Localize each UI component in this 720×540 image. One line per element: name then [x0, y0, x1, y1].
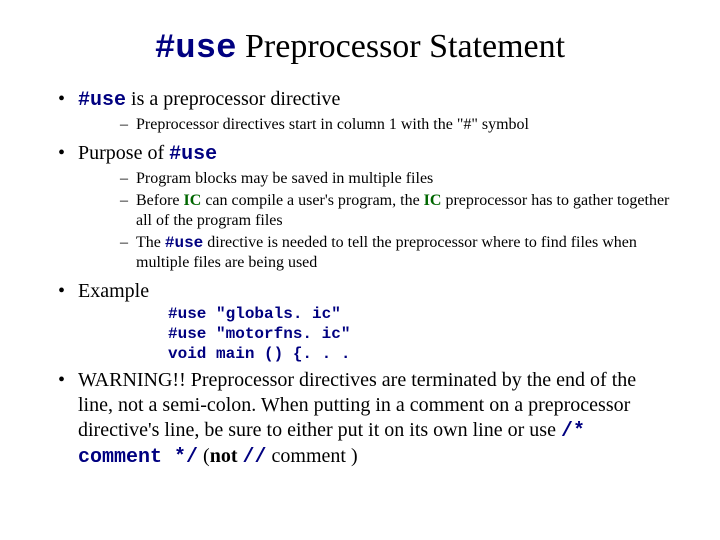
b4-c: comment ) — [267, 445, 358, 467]
b2-sub2-a: Before — [136, 192, 184, 209]
b3-label: Example — [78, 280, 149, 302]
b4-code2: // — [243, 446, 267, 469]
b1-code: #use — [78, 89, 126, 112]
b2-sub1: Program blocks may be saved in multiple … — [78, 169, 670, 189]
b4-b: ( — [198, 445, 210, 467]
title-rest: Preprocessor Statement — [237, 28, 566, 65]
slide-title: #use Preprocessor Statement — [50, 26, 670, 71]
b2-sub3-a: The — [136, 234, 165, 251]
b2-sub2: Before IC can compile a user's program, … — [78, 191, 670, 231]
b2-sub3-b: directive is needed to tell the preproce… — [136, 234, 637, 271]
b2-sub2-c: can compile a user's program, the — [201, 192, 423, 209]
bullet-1: #use is a preprocessor directive Preproc… — [50, 87, 670, 135]
b1-sub1-c: symbol — [478, 116, 529, 133]
bullet-2: Purpose of #use Program blocks may be sa… — [50, 141, 670, 273]
b4-not: not — [210, 445, 238, 467]
b1-sublist: Preprocessor directives start in column … — [78, 115, 670, 135]
b1-sub1: Preprocessor directives start in column … — [78, 115, 670, 135]
main-list: #use is a preprocessor directive Preproc… — [50, 87, 670, 470]
code-line-2: #use "motorfns. ic" — [168, 324, 670, 344]
b2-sub3-code: #use — [165, 234, 203, 252]
b4-a: WARNING!! Preprocessor directives are te… — [78, 369, 636, 441]
b2-code: #use — [169, 143, 217, 166]
bullet-3: Example #use "globals. ic" #use "motorfn… — [50, 279, 670, 364]
bullet-4: WARNING!! Preprocessor directives are te… — [50, 368, 670, 470]
b2-sub3: The #use directive is needed to tell the… — [78, 233, 670, 273]
b1-sub1-a: Preprocessor directives start in column … — [136, 116, 457, 133]
b1-sub1-b: "#" — [457, 116, 478, 133]
code-line-1: #use "globals. ic" — [168, 304, 670, 324]
b2-sub2-b: IC — [184, 192, 202, 209]
b1-rest: is a preprocessor directive — [126, 88, 340, 110]
b2-a: Purpose of — [78, 142, 169, 164]
code-line-3: void main () {. . . — [168, 344, 670, 364]
example-code: #use "globals. ic" #use "motorfns. ic" v… — [168, 304, 670, 364]
b2-sub2-d: IC — [424, 192, 442, 209]
b2-sublist: Program blocks may be saved in multiple … — [78, 169, 670, 273]
title-code: #use — [155, 30, 237, 68]
